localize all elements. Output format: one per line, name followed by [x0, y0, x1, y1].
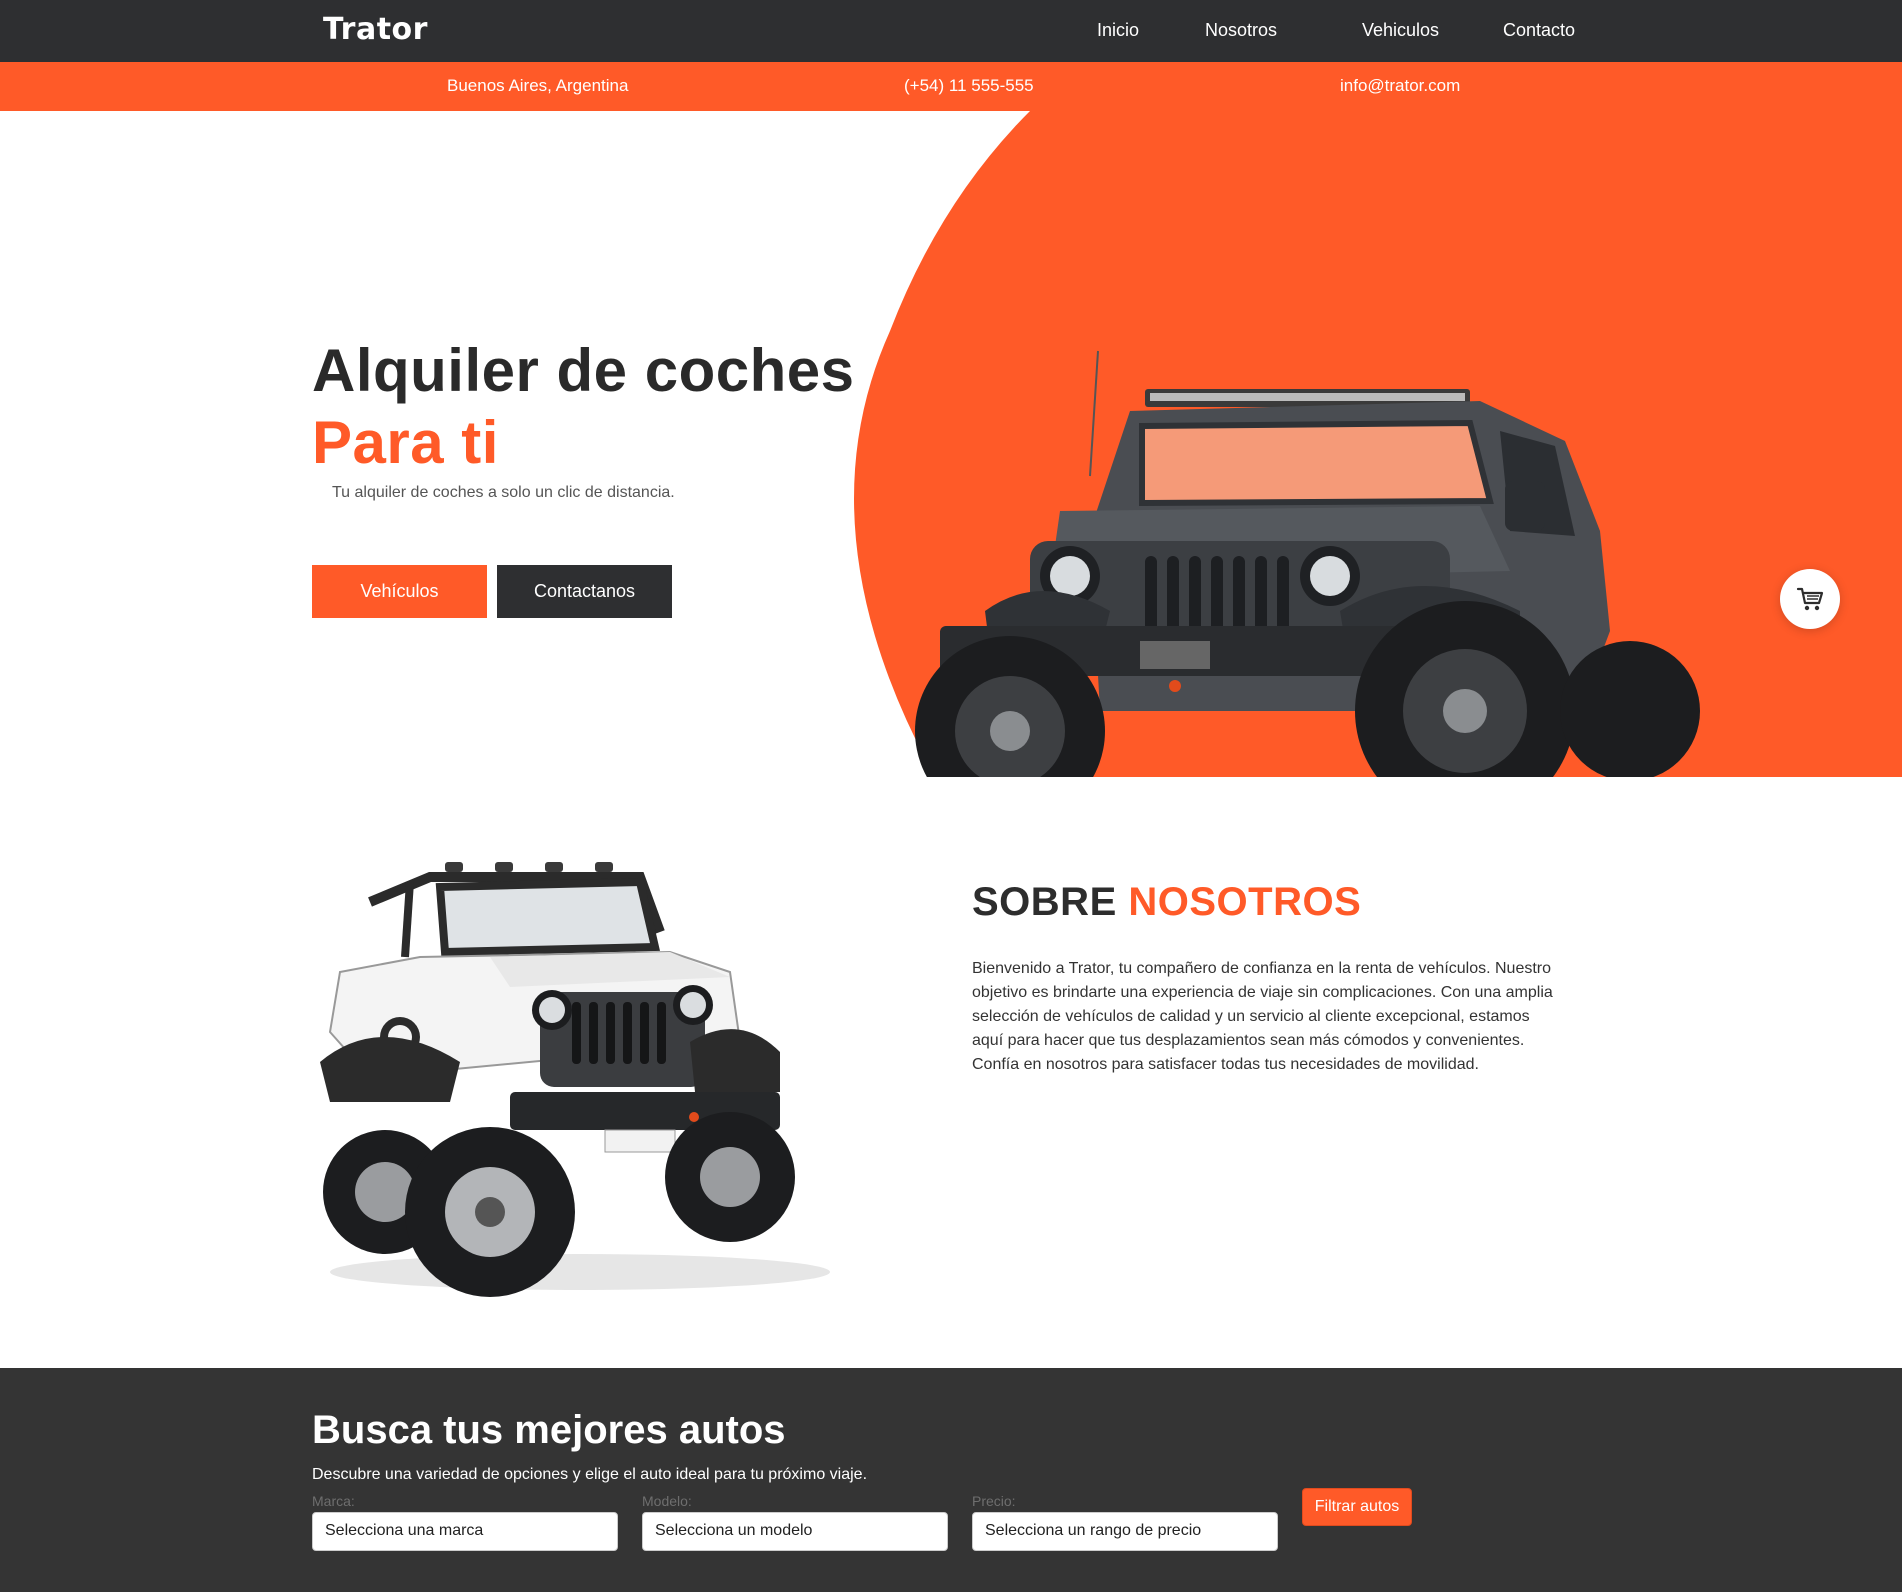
nav-link-nosotros[interactable]: Nosotros: [1205, 20, 1277, 41]
model-select[interactable]: Selecciona un modelo: [642, 1512, 948, 1551]
brand-label: Marca:: [312, 1493, 355, 1509]
model-label: Modelo:: [642, 1493, 692, 1509]
nav-link-vehiculos[interactable]: Vehiculos: [1362, 20, 1439, 41]
brand-logo[interactable]: Trator: [323, 12, 428, 47]
nav-link-inicio[interactable]: Inicio: [1097, 20, 1139, 41]
filter-button[interactable]: Filtrar autos: [1302, 1488, 1412, 1526]
shopping-cart-icon: [1796, 587, 1824, 611]
hero-background: [854, 111, 1902, 777]
info-email[interactable]: info@trator.com: [1340, 76, 1460, 96]
about-text: Bienvenido a Trator, tu compañero de con…: [972, 960, 1553, 1073]
about-title-part2: NOSOTROS: [1128, 880, 1362, 924]
vehicles-button[interactable]: Vehículos: [312, 565, 487, 618]
about-title-part1: SOBRE: [972, 880, 1117, 924]
hero-subtitle: Tu alquiler de coches a solo un clic de …: [332, 484, 675, 501]
about-jeep-image: [320, 862, 830, 1297]
nav-link-contacto[interactable]: Contacto: [1503, 20, 1575, 41]
hero-section: Alquiler de coches Para ti Tu alquiler d…: [0, 111, 1902, 777]
about-title: SOBRE NOSOTROS: [972, 880, 1361, 925]
price-select[interactable]: Selecciona un rango de precio: [972, 1512, 1278, 1551]
info-phone: (+54) 11 555-555: [904, 76, 1034, 95]
cart-button[interactable]: [1780, 569, 1840, 629]
contact-info-bar: Buenos Aires, Argentina (+54) 11 555-555…: [0, 62, 1902, 111]
search-section: Busca tus mejores autos Descubre una var…: [0, 1368, 1902, 1592]
brand-select[interactable]: Selecciona una marca: [312, 1512, 618, 1551]
contact-button[interactable]: Contactanos: [497, 565, 672, 618]
search-title: Busca tus mejores autos: [312, 1408, 786, 1452]
about-section: SOBRE NOSOTROS Bienvenido a Trator, tu c…: [0, 777, 1902, 1368]
top-navbar: Trator Inicio Nosotros Vehiculos Contact…: [0, 0, 1902, 62]
hero-title: Alquiler de coches: [312, 337, 855, 404]
search-description: Descubre una variedad de opciones y elig…: [312, 1466, 868, 1483]
info-location: Buenos Aires, Argentina: [447, 76, 629, 95]
hero-title-accent: Para ti: [312, 409, 499, 476]
price-label: Precio:: [972, 1493, 1016, 1509]
